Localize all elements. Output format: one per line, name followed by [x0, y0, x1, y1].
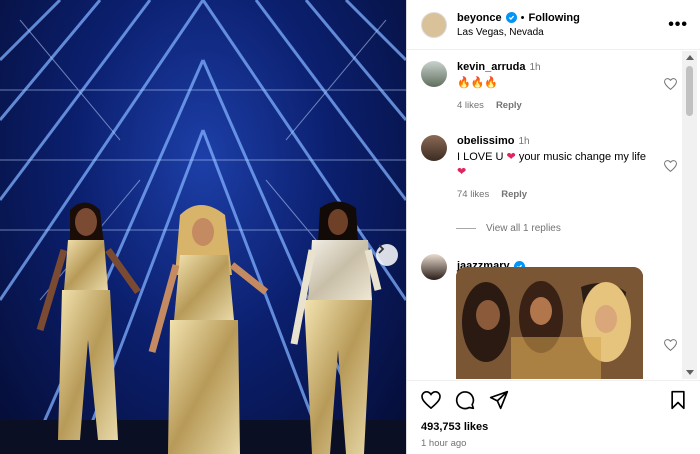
avatar[interactable] [421, 11, 447, 38]
comment-item: kevin_arruda 1h 🔥🔥🔥 4 likes Reply [407, 61, 687, 123]
view-replies-button[interactable]: View all 1 replies [456, 223, 687, 234]
separator-dot: • [520, 11, 525, 24]
reply-button[interactable]: Reply [496, 100, 522, 111]
comment-text: I LOVE U ❤ your music change my life ❤ [457, 151, 646, 178]
like-count[interactable]: 493,753 likes [407, 413, 700, 433]
comment-time: 1h [529, 62, 541, 73]
verified-icon [505, 12, 517, 23]
comment-item: obelissimo 1h I LOVE U ❤ your music chang… [407, 135, 687, 215]
scroll-thumb[interactable] [686, 66, 693, 116]
comment-username[interactable]: kevin_arruda [457, 61, 525, 73]
comments-list: kevin_arruda 1h 🔥🔥🔥 4 likes Reply obelissi… [407, 51, 687, 379]
post-username[interactable]: beyonce [457, 12, 502, 24]
save-icon[interactable] [669, 390, 687, 415]
scroll-up-arrow[interactable] [686, 55, 694, 60]
scroll-down-arrow[interactable] [686, 370, 694, 375]
comment-icon[interactable] [455, 390, 475, 415]
comment-time: 1h [518, 136, 530, 147]
gif-image [456, 267, 643, 379]
post-header: beyonce • Following Las Vegas, Nevada ••… [407, 0, 700, 50]
following-button[interactable]: Following [529, 12, 580, 24]
divider [456, 228, 476, 229]
like-heart-icon[interactable] [421, 390, 441, 414]
comment-gif[interactable] [456, 267, 643, 379]
share-icon[interactable] [489, 390, 509, 415]
view-replies-label: View all 1 replies [486, 223, 561, 234]
post-timestamp: 1 hour ago [421, 438, 467, 449]
stage-truss-illustration [0, 0, 406, 454]
heart-icon[interactable] [664, 159, 677, 177]
instagram-post-modal: beyonce • Following Las Vegas, Nevada ••… [0, 0, 700, 454]
more-icon[interactable]: ••• [668, 16, 688, 34]
comment-username[interactable]: obelissimo [457, 135, 514, 147]
reply-button[interactable]: Reply [501, 189, 527, 200]
heart-icon[interactable] [664, 338, 677, 356]
post-image[interactable] [0, 0, 406, 454]
avatar[interactable] [421, 135, 447, 161]
comment-likes[interactable]: 74 likes [457, 189, 489, 200]
avatar[interactable] [421, 61, 447, 87]
post-details-panel: beyonce • Following Las Vegas, Nevada ••… [406, 0, 700, 454]
next-image-button[interactable] [376, 244, 398, 266]
avatar[interactable] [421, 254, 447, 280]
post-location[interactable]: Las Vegas, Nevada [457, 27, 668, 38]
comments-scrollbar[interactable] [682, 51, 697, 379]
red-heart-icon: ❤ [457, 166, 467, 178]
heart-icon[interactable] [664, 77, 677, 95]
red-heart-icon: ❤ [506, 151, 516, 163]
next-arrow-icon [378, 244, 385, 254]
post-actions: 493,753 likes 1 hour ago [407, 380, 700, 454]
comment-text: 🔥🔥🔥 [457, 77, 499, 89]
comment-likes[interactable]: 4 likes [457, 100, 484, 111]
